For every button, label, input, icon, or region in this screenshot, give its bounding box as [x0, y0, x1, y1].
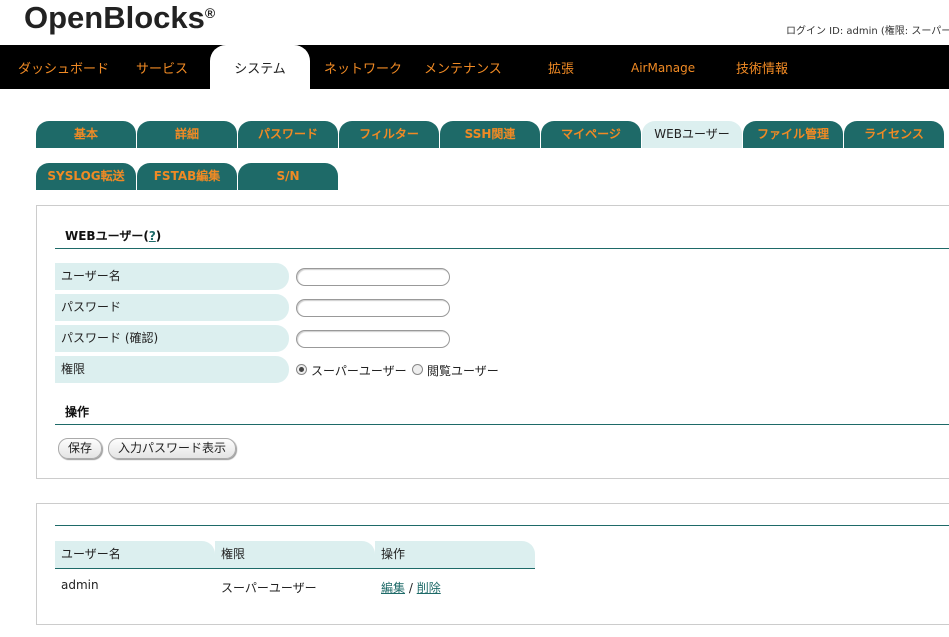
- link-separator: /: [408, 581, 413, 595]
- web-user-form-panel: WEBユーザー(?) ユーザー名 パスワード パスワード (確認) 権限 スーパ…: [36, 205, 949, 479]
- tab-file-management[interactable]: ファイル管理: [743, 121, 843, 148]
- registered-mark: ®: [204, 5, 216, 21]
- nav-tech-info[interactable]: 技術情報: [736, 45, 788, 89]
- cell-operations: 編集 / 削除: [381, 579, 441, 596]
- help-link[interactable]: ?: [149, 229, 156, 243]
- edit-link[interactable]: 編集: [381, 581, 405, 595]
- cell-username: admin: [61, 578, 99, 592]
- username-input[interactable]: [296, 268, 450, 286]
- tab-fstab[interactable]: FSTAB編集: [137, 163, 237, 190]
- tab-filter[interactable]: フィルター: [339, 121, 439, 148]
- password-confirm-label: パスワード (確認): [55, 325, 289, 352]
- save-button[interactable]: 保存: [58, 438, 102, 459]
- tab-basic[interactable]: 基本: [36, 121, 136, 148]
- nav-extension[interactable]: 拡張: [548, 45, 574, 89]
- nav-dashboard[interactable]: ダッシュボード: [18, 45, 109, 89]
- login-info: ログイン ID: admin (権限: スーパーユ: [786, 26, 949, 37]
- form-title-text: WEBユーザー: [65, 229, 144, 243]
- cell-permission: スーパーユーザー: [221, 581, 317, 595]
- tab-web-user[interactable]: WEBユーザー: [642, 121, 742, 148]
- nav-system[interactable]: システム: [210, 45, 310, 89]
- super-user-label: スーパーユーザー: [311, 364, 407, 378]
- tab-syslog[interactable]: SYSLOG転送: [36, 163, 136, 190]
- top-navigation: ダッシュボード サービス システム ネットワーク メンテナンス 拡張 AirMa…: [0, 45, 949, 89]
- column-header-operation: 操作: [375, 541, 535, 568]
- tab-mypage[interactable]: マイページ: [541, 121, 641, 148]
- view-user-label: 閲覧ユーザー: [427, 364, 499, 378]
- nav-service[interactable]: サービス: [136, 45, 188, 89]
- operations-title: 操作: [65, 405, 90, 419]
- password-confirm-input[interactable]: [296, 330, 450, 348]
- permission-options: スーパーユーザー 閲覧ユーザー: [296, 364, 556, 378]
- permission-label: 権限: [55, 356, 289, 383]
- user-list-panel: ユーザー名 権限 操作 admin スーパーユーザー 編集 / 削除: [36, 503, 949, 625]
- divider: [55, 424, 949, 425]
- divider: [55, 248, 949, 249]
- nav-airmanage[interactable]: AirManage: [631, 45, 695, 89]
- super-user-radio[interactable]: [296, 364, 307, 375]
- username-label: ユーザー名: [55, 263, 289, 290]
- tab-ssh[interactable]: SSH関連: [440, 121, 540, 148]
- column-header-permission: 権限: [215, 541, 375, 568]
- divider: [55, 525, 949, 526]
- view-user-radio[interactable]: [412, 364, 423, 375]
- tab-detail[interactable]: 詳細: [137, 121, 237, 148]
- delete-link[interactable]: 削除: [417, 581, 441, 595]
- tab-password[interactable]: パスワード: [238, 121, 338, 148]
- form-title: WEBユーザー(?): [65, 227, 161, 244]
- show-password-button[interactable]: 入力パスワード表示: [108, 438, 236, 459]
- password-input[interactable]: [296, 299, 450, 317]
- table-header-divider: [55, 568, 535, 569]
- nav-network[interactable]: ネットワーク: [324, 45, 402, 89]
- password-label: パスワード: [55, 294, 289, 321]
- column-header-username: ユーザー名: [55, 541, 215, 568]
- tab-sn[interactable]: S/N: [238, 163, 338, 190]
- tab-license[interactable]: ライセンス: [844, 121, 944, 148]
- logo-text: OpenBlocks: [24, 0, 205, 35]
- nav-maintenance[interactable]: メンテナンス: [424, 45, 502, 89]
- logo: OpenBlocks®: [24, 0, 215, 36]
- form-title-close: ): [155, 229, 162, 243]
